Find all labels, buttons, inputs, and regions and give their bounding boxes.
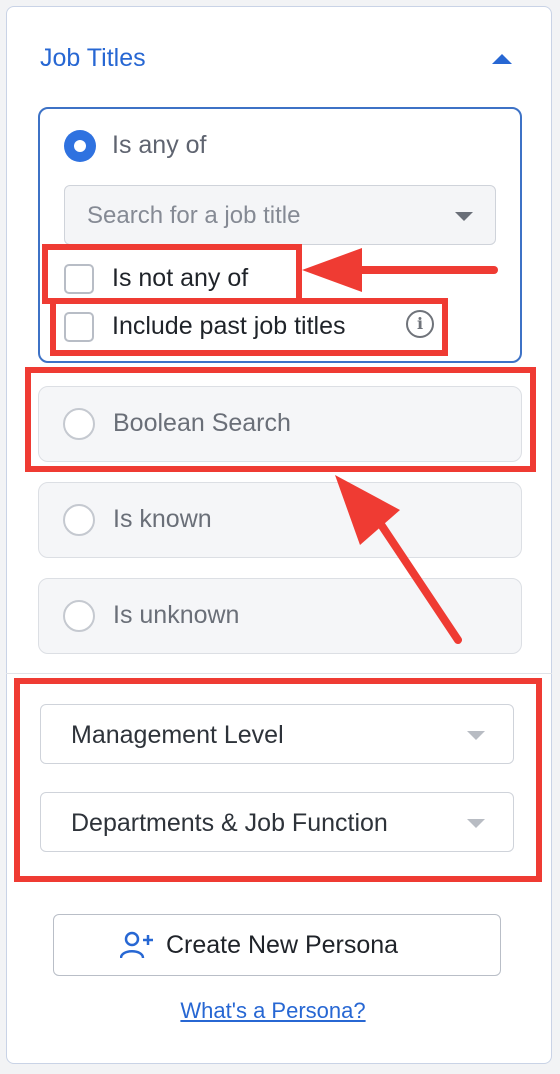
is-any-of-label: Is any of	[112, 131, 207, 159]
radio-unselected-icon[interactable]	[63, 504, 95, 536]
boolean-search-label: Boolean Search	[113, 409, 291, 437]
caret-down-icon	[467, 731, 485, 740]
section-title: Job Titles	[40, 44, 146, 72]
whats-a-persona-link[interactable]: What's a Persona?	[0, 998, 546, 1024]
is-unknown-option[interactable]: Is unknown	[38, 578, 522, 654]
section-header[interactable]: Job Titles	[40, 44, 520, 76]
boolean-search-option[interactable]: Boolean Search	[38, 386, 522, 462]
include-past-checkbox[interactable]	[64, 312, 94, 342]
radio-selected-icon[interactable]	[64, 130, 96, 162]
job-title-search-dropdown[interactable]: Search for a job title	[64, 185, 496, 245]
management-level-select[interactable]: Management Level	[40, 704, 514, 764]
management-level-label: Management Level	[71, 721, 284, 749]
caret-down-icon	[467, 819, 485, 828]
caret-down-icon	[455, 212, 473, 221]
add-person-icon	[120, 931, 153, 959]
is-not-any-of-label: Is not any of	[112, 264, 249, 292]
departments-select[interactable]: Departments & Job Function	[40, 792, 514, 852]
radio-unselected-icon[interactable]	[63, 600, 95, 632]
create-persona-label: Create New Persona	[166, 931, 399, 959]
include-past-label: Include past job titles	[112, 312, 346, 340]
is-not-any-of-checkbox[interactable]	[64, 264, 94, 294]
divider	[6, 673, 552, 674]
chevron-up-icon[interactable]	[492, 54, 512, 64]
info-icon[interactable]: i	[406, 310, 434, 338]
is-known-option[interactable]: Is known	[38, 482, 522, 558]
search-placeholder: Search for a job title	[87, 202, 301, 229]
radio-unselected-icon[interactable]	[63, 408, 95, 440]
create-persona-button[interactable]: Create New Persona	[53, 914, 501, 976]
is-unknown-label: Is unknown	[113, 601, 240, 629]
departments-label: Departments & Job Function	[71, 809, 388, 837]
is-known-label: Is known	[113, 505, 212, 533]
